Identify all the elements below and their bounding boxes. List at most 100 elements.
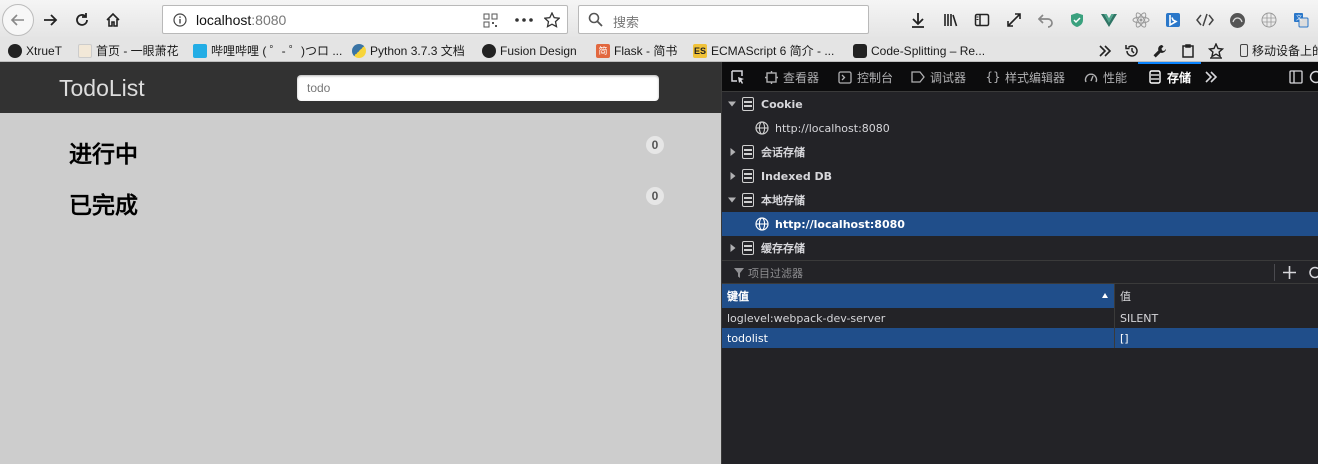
search-bar[interactable]: 搜索 xyxy=(578,5,869,34)
items-filter-bar[interactable]: 项目过滤器 xyxy=(722,260,1318,284)
bookmark-item[interactable]: 移动设备上的 xyxy=(1240,41,1318,60)
filter-placeholder: 项目过滤器 xyxy=(748,267,803,280)
collapsed-arrow-icon xyxy=(730,148,736,156)
bilibili-icon xyxy=(193,43,207,58)
tree-item-indexed-db[interactable]: Indexed DB xyxy=(722,164,1318,188)
tab-performance[interactable]: 性能 xyxy=(1084,62,1127,92)
more-tabs-button[interactable] xyxy=(1204,62,1218,92)
search-icon xyxy=(588,12,603,27)
bookmark-item[interactable]: Python 3.7.3 文档 xyxy=(352,41,465,60)
storage-icon xyxy=(742,169,754,183)
devtools-panel: 查看器 控制台 调试器 {} 样式编辑器 性能 存储 Cookie http:/… xyxy=(721,62,1318,464)
sidebar-icon[interactable] xyxy=(971,9,993,31)
divider xyxy=(1274,264,1275,281)
add-item-icon[interactable] xyxy=(1282,265,1297,280)
storage-table-header: 键值 值 xyxy=(722,284,1318,308)
bookmark-item[interactable]: 哔哩哔哩 ( ゜- ゜)つロ ... xyxy=(193,41,342,60)
bookmark-item[interactable]: ES ECMAScript 6 简介 - ... xyxy=(693,41,834,60)
history-button[interactable] xyxy=(1124,41,1140,60)
search-placeholder: 搜索 xyxy=(613,16,640,31)
bookmark-menu-button[interactable] xyxy=(1208,41,1224,60)
home-button[interactable] xyxy=(98,5,128,35)
tools-button[interactable] xyxy=(1152,41,1168,60)
back-button[interactable] xyxy=(2,4,34,36)
clipboard-icon xyxy=(1182,43,1194,58)
browser-toolbar: localhost:8080 搜索 文 xyxy=(0,0,1318,39)
column-header-value[interactable]: 值 xyxy=(1114,284,1318,308)
globe-icon xyxy=(755,217,769,231)
storage-icon xyxy=(1148,70,1162,84)
home-icon xyxy=(106,12,120,27)
grid-extension-icon[interactable] xyxy=(1258,9,1280,31)
storage-icon xyxy=(742,145,754,159)
inspector-icon xyxy=(764,70,778,84)
refresh-icon[interactable] xyxy=(1308,265,1318,280)
tab-console[interactable]: 控制台 xyxy=(838,62,893,92)
url-bar[interactable]: localhost:8080 xyxy=(162,5,568,34)
row-key: loglevel:webpack-dev-server xyxy=(727,311,886,325)
vue-devtools-icon[interactable] xyxy=(1098,9,1120,31)
table-row[interactable]: loglevel:webpack-dev-server SILENT xyxy=(722,308,1318,328)
tree-item-cookie-origin[interactable]: http://localhost:8080 xyxy=(722,116,1318,140)
info-icon xyxy=(173,13,187,27)
tab-inspector[interactable]: 查看器 xyxy=(764,62,819,92)
tab-style-editor[interactable]: {} 样式编辑器 xyxy=(985,62,1065,92)
dock-toggle-button[interactable] xyxy=(1288,62,1304,92)
arrow-right-icon xyxy=(44,14,58,26)
column-header-key[interactable]: 键值 xyxy=(722,284,1114,308)
reload-button[interactable] xyxy=(67,5,97,35)
console-icon xyxy=(838,70,852,84)
undo-icon[interactable] xyxy=(1035,9,1057,31)
forward-button[interactable] xyxy=(35,5,65,35)
react-devtools-icon[interactable] xyxy=(1130,9,1152,31)
bookmark-item[interactable]: 简 Flask - 简书 xyxy=(596,41,677,60)
bookmark-item[interactable]: 首页 - 一眼萧花 xyxy=(78,41,179,60)
translate-icon[interactable]: 文 xyxy=(1290,9,1312,31)
reload-icon xyxy=(76,13,88,26)
storage-icon xyxy=(742,241,754,255)
chevron-double-right-icon xyxy=(1205,71,1218,83)
bing-icon[interactable] xyxy=(1162,9,1184,31)
filter-icon xyxy=(734,268,744,278)
shield-extension-icon[interactable] xyxy=(1066,9,1088,31)
react-icon xyxy=(853,43,867,58)
python-icon xyxy=(352,43,366,58)
devtools-tab-bar: 查看器 控制台 调试器 {} 样式编辑器 性能 存储 xyxy=(722,62,1318,92)
tree-item-local-storage-origin[interactable]: http://localhost:8080 xyxy=(722,212,1318,236)
arrow-left-icon xyxy=(10,14,24,26)
tab-storage[interactable]: 存储 xyxy=(1138,62,1202,92)
bookmark-item[interactable]: Fusion Design xyxy=(482,41,577,60)
bookmark-item[interactable]: XtrueT xyxy=(8,41,62,60)
bookmarks-toolbar: XtrueT 首页 - 一眼萧花 哔哩哔哩 ( ゜- ゜)つロ ... Pyth… xyxy=(0,39,1318,62)
todo-input[interactable] xyxy=(297,75,659,101)
settings-button[interactable] xyxy=(1309,62,1318,92)
page-actions-icon[interactable] xyxy=(515,18,533,22)
in-progress-count-badge: 0 xyxy=(646,136,664,154)
page-icon xyxy=(78,43,92,58)
expanded-arrow-icon xyxy=(728,197,736,203)
bookmark-star-icon[interactable] xyxy=(544,12,560,28)
braces-icon: {} xyxy=(985,70,1001,84)
github-icon xyxy=(8,43,22,58)
star-list-icon xyxy=(1208,42,1224,59)
code-icon[interactable] xyxy=(1194,9,1216,31)
performance-icon xyxy=(1084,70,1098,84)
download-icon[interactable] xyxy=(907,9,929,31)
bookmark-item[interactable]: Code-Splitting – Re... xyxy=(853,41,985,60)
tree-item-cache-storage[interactable]: 缓存存储 xyxy=(722,236,1318,260)
table-row[interactable]: todolist [] xyxy=(722,328,1318,348)
tree-item-cookie[interactable]: Cookie xyxy=(722,92,1318,116)
tab-debugger[interactable]: 调试器 xyxy=(911,62,966,92)
tree-item-local-storage[interactable]: 本地存储 xyxy=(722,188,1318,212)
element-picker-button[interactable] xyxy=(730,62,746,92)
library-icon[interactable] xyxy=(940,9,962,31)
screenshot-button[interactable] xyxy=(1180,41,1196,60)
fullscreen-icon[interactable] xyxy=(1003,9,1025,31)
globe-icon xyxy=(755,121,769,135)
jianshu-icon: 简 xyxy=(596,43,610,58)
collapsed-arrow-icon xyxy=(730,244,736,252)
qr-code-icon[interactable] xyxy=(483,13,498,28)
privacy-extension-icon[interactable] xyxy=(1226,9,1248,31)
tree-item-session-storage[interactable]: 会话存储 xyxy=(722,140,1318,164)
more-bookmarks-button[interactable] xyxy=(1098,41,1112,60)
